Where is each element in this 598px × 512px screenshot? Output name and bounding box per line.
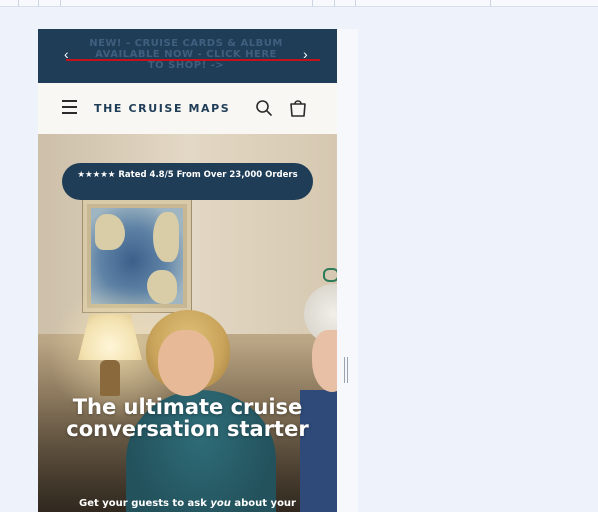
search-icon[interactable]: [255, 99, 273, 117]
hero-subtitle: Get your guests to ask you about your: [48, 498, 327, 509]
hero-subtitle-emphasis: you: [210, 498, 231, 509]
hero-title: The ultimate cruise conversation starter: [66, 395, 309, 441]
announcement-message[interactable]: NEW! - CRUISE CARDS & ALBUM AVAILABLE NO…: [86, 38, 286, 71]
hero-subtitle-end: about your: [230, 498, 296, 509]
cart-icon[interactable]: [289, 98, 307, 118]
announcement-strike-line: [66, 59, 320, 61]
glasses-icon: [323, 268, 337, 282]
hero-person-right: [300, 270, 337, 512]
devtools-ruler: [0, 0, 598, 7]
lamp-base: [100, 360, 120, 396]
hero-banner[interactable]: ★★★★★ Rated 4.8/5 From Over 23,000 Order…: [38, 134, 337, 512]
next-announcement-icon[interactable]: ›: [303, 47, 308, 61]
brand-logo[interactable]: THE CRUISE MAPS: [94, 102, 230, 115]
site-header: THE CRUISE MAPS: [38, 83, 337, 134]
announcement-bar[interactable]: ‹ NEW! - CRUISE CARDS & ALBUM AVAILABLE …: [38, 29, 337, 83]
rating-badge: ★★★★★ Rated 4.8/5 From Over 23,000 Order…: [62, 163, 313, 200]
hamburger-icon[interactable]: [62, 100, 77, 115]
mobile-viewport: ‹ NEW! - CRUISE CARDS & ALBUM AVAILABLE …: [38, 29, 337, 512]
viewport-gutter: [337, 29, 358, 512]
hero-subtitle-start: Get your guests to ask: [79, 498, 211, 509]
resize-handle[interactable]: [344, 357, 348, 383]
